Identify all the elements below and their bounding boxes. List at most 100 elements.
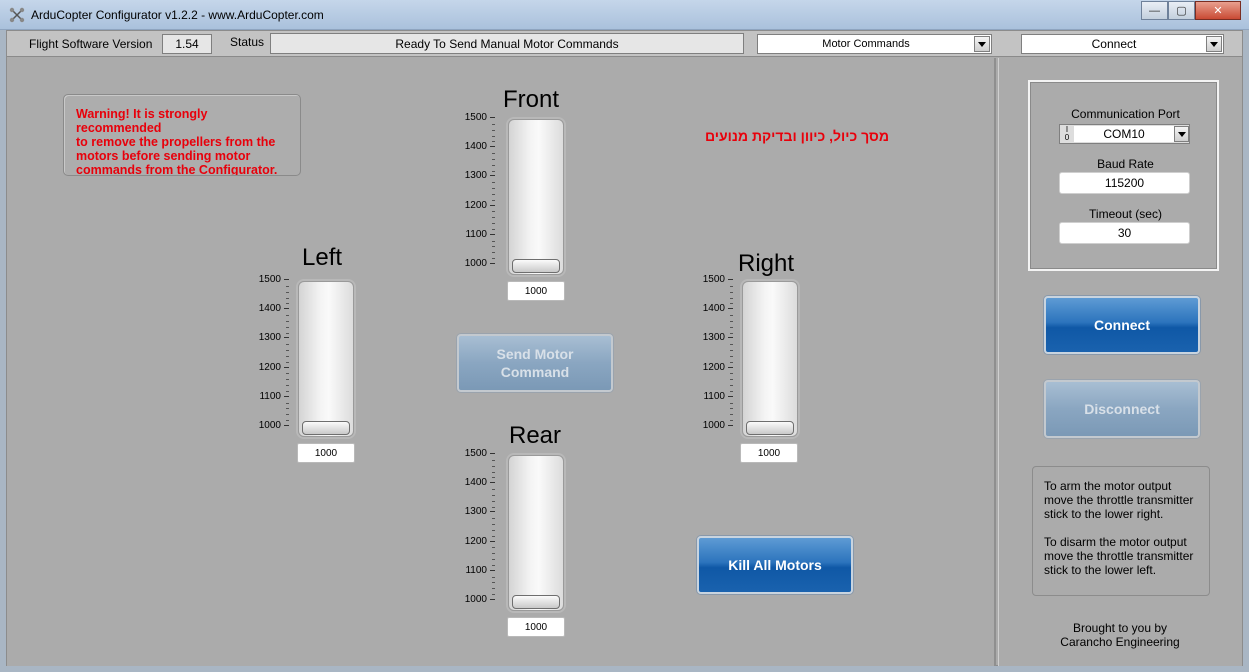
scale-minor-tick: [730, 326, 733, 328]
scale-tick-label: 1400: [258, 303, 281, 315]
scale-minor-tick: [492, 459, 495, 461]
chevron-down-icon[interactable]: [1174, 126, 1189, 142]
fw-version-value: 1.54: [162, 34, 212, 54]
front-motor-scale: 1500 1400 1300 1200 1100 1000: [455, 112, 495, 269]
port-select[interactable]: I0 COM10: [1059, 124, 1190, 144]
warning-line: Warning! It is strongly: [76, 107, 208, 121]
right-motor-track[interactable]: [742, 281, 798, 437]
scale-tick: 1400: [259, 303, 289, 314]
scale-minor-tick: [286, 326, 289, 328]
info-line: To arm the motor output: [1044, 479, 1172, 493]
scale-minor-tick: [492, 188, 495, 190]
left-motor-thumb[interactable]: [302, 421, 350, 435]
scale-minor-tick: [286, 355, 289, 357]
scale-minor-tick: [730, 291, 733, 293]
scale-tick-label: 1000: [464, 594, 487, 605]
status-value: Ready To Send Manual Motor Commands: [270, 33, 744, 54]
chevron-down-icon[interactable]: [974, 36, 990, 52]
scale-tick: 1400: [703, 303, 733, 314]
arm-instructions: To arm the motor output move the throttl…: [1032, 466, 1210, 596]
scale-minor-tick: [492, 559, 495, 561]
connection-settings: Communication Port I0 COM10 Baud Rate 11…: [1028, 80, 1219, 271]
right-motor-scale: 1500 1400 1300 1200 1100 1000: [693, 274, 733, 431]
minimize-button[interactable]: —: [1141, 1, 1168, 20]
left-motor-value[interactable]: 1000: [297, 443, 355, 463]
scale-tick-label: 1300: [464, 170, 487, 182]
scale-tick: 1100: [703, 391, 733, 402]
scale-minor-tick: [286, 373, 289, 375]
scale-tick: 1000: [465, 258, 495, 269]
left-motor-track[interactable]: [298, 281, 354, 437]
front-motor-track[interactable]: [508, 119, 564, 275]
info-line: To disarm the motor output: [1044, 535, 1187, 549]
scale-tick-label: 1100: [465, 228, 487, 240]
connect-button[interactable]: Connect: [1044, 296, 1200, 354]
scale-tick-label: 1200: [258, 361, 281, 373]
scale-tick-label: 1300: [464, 506, 487, 518]
scale-minor-tick: [492, 588, 495, 590]
scale-minor-tick: [492, 135, 495, 137]
scale-tick-label: 1200: [464, 535, 487, 547]
scale-minor-tick: [492, 582, 495, 584]
scale-tick-label: 1000: [258, 420, 281, 431]
scale-minor-tick: [730, 285, 733, 287]
scale-tick: 1200: [703, 362, 733, 373]
scale-minor-tick: [286, 285, 289, 287]
baud-label: Baud Rate: [1097, 157, 1154, 171]
app-client: Flight Software Version 1.54 Status Read…: [6, 30, 1243, 666]
rear-motor-track[interactable]: [508, 455, 564, 611]
maximize-button[interactable]: ▢: [1168, 1, 1195, 20]
close-button[interactable]: ✕: [1195, 1, 1241, 20]
warning-line: to remove the propellers from the: [76, 135, 276, 149]
baud-input[interactable]: 115200: [1059, 172, 1190, 194]
scale-minor-tick: [286, 291, 289, 293]
rear-motor-thumb[interactable]: [512, 595, 560, 609]
scale-minor-tick: [492, 193, 495, 195]
info-line: move the throttle transmitter: [1044, 549, 1194, 563]
scale-minor-tick: [730, 385, 733, 387]
scale-minor-tick: [492, 494, 495, 496]
connect-select[interactable]: Connect: [1021, 34, 1224, 54]
scale-minor-tick: [730, 402, 733, 404]
scale-tick: 1500: [259, 274, 289, 285]
scale-minor-tick: [492, 576, 495, 578]
scale-tick: 1200: [259, 362, 289, 373]
credit-line: Brought to you by: [1072, 621, 1168, 635]
front-motor-value[interactable]: 1000: [507, 281, 565, 301]
rear-motor-value[interactable]: 1000: [507, 617, 565, 637]
scale-tick-label: 1500: [702, 274, 725, 285]
right-motor-thumb[interactable]: [746, 421, 794, 435]
kill-all-motors-button[interactable]: Kill All Motors: [697, 536, 853, 594]
scale-minor-tick: [492, 164, 495, 166]
send-motor-command-button[interactable]: Send Motor Command: [457, 334, 613, 392]
scale-minor-tick: [492, 123, 495, 125]
warning-line: recommended: [76, 121, 162, 135]
send-button-line: Send Motor: [496, 346, 574, 362]
right-motor-value[interactable]: 1000: [740, 443, 798, 463]
port-value: COM10: [1074, 126, 1174, 142]
info-line: move the throttle transmitter: [1044, 493, 1194, 507]
rear-motor-label: Rear: [509, 422, 562, 449]
quadcopter-icon: [9, 7, 25, 23]
rear-motor-scale: 1500 1400 1300 1200 1100 1000: [455, 448, 495, 605]
mode-select[interactable]: Motor Commands: [757, 34, 992, 54]
disconnect-button[interactable]: Disconnect: [1044, 380, 1200, 438]
scale-minor-tick: [286, 408, 289, 410]
scale-minor-tick: [286, 320, 289, 322]
scale-minor-tick: [492, 129, 495, 131]
timeout-label: Timeout (sec): [1089, 207, 1162, 221]
scale-tick: 1200: [465, 536, 495, 547]
timeout-input[interactable]: 30: [1059, 222, 1190, 244]
scale-minor-tick: [492, 223, 495, 225]
io-icon: I0: [1064, 125, 1070, 142]
scale-minor-tick: [286, 379, 289, 381]
scale-tick-label: 1500: [464, 448, 487, 459]
fw-version-label: Flight Software Version: [29, 37, 153, 51]
chevron-down-icon[interactable]: [1206, 36, 1222, 52]
scale-minor-tick: [492, 529, 495, 531]
port-label: Communication Port: [1071, 107, 1180, 121]
scale-minor-tick: [286, 297, 289, 299]
scale-tick-label: 1000: [464, 258, 487, 269]
scale-tick: 1500: [465, 112, 495, 123]
front-motor-thumb[interactable]: [512, 259, 560, 273]
